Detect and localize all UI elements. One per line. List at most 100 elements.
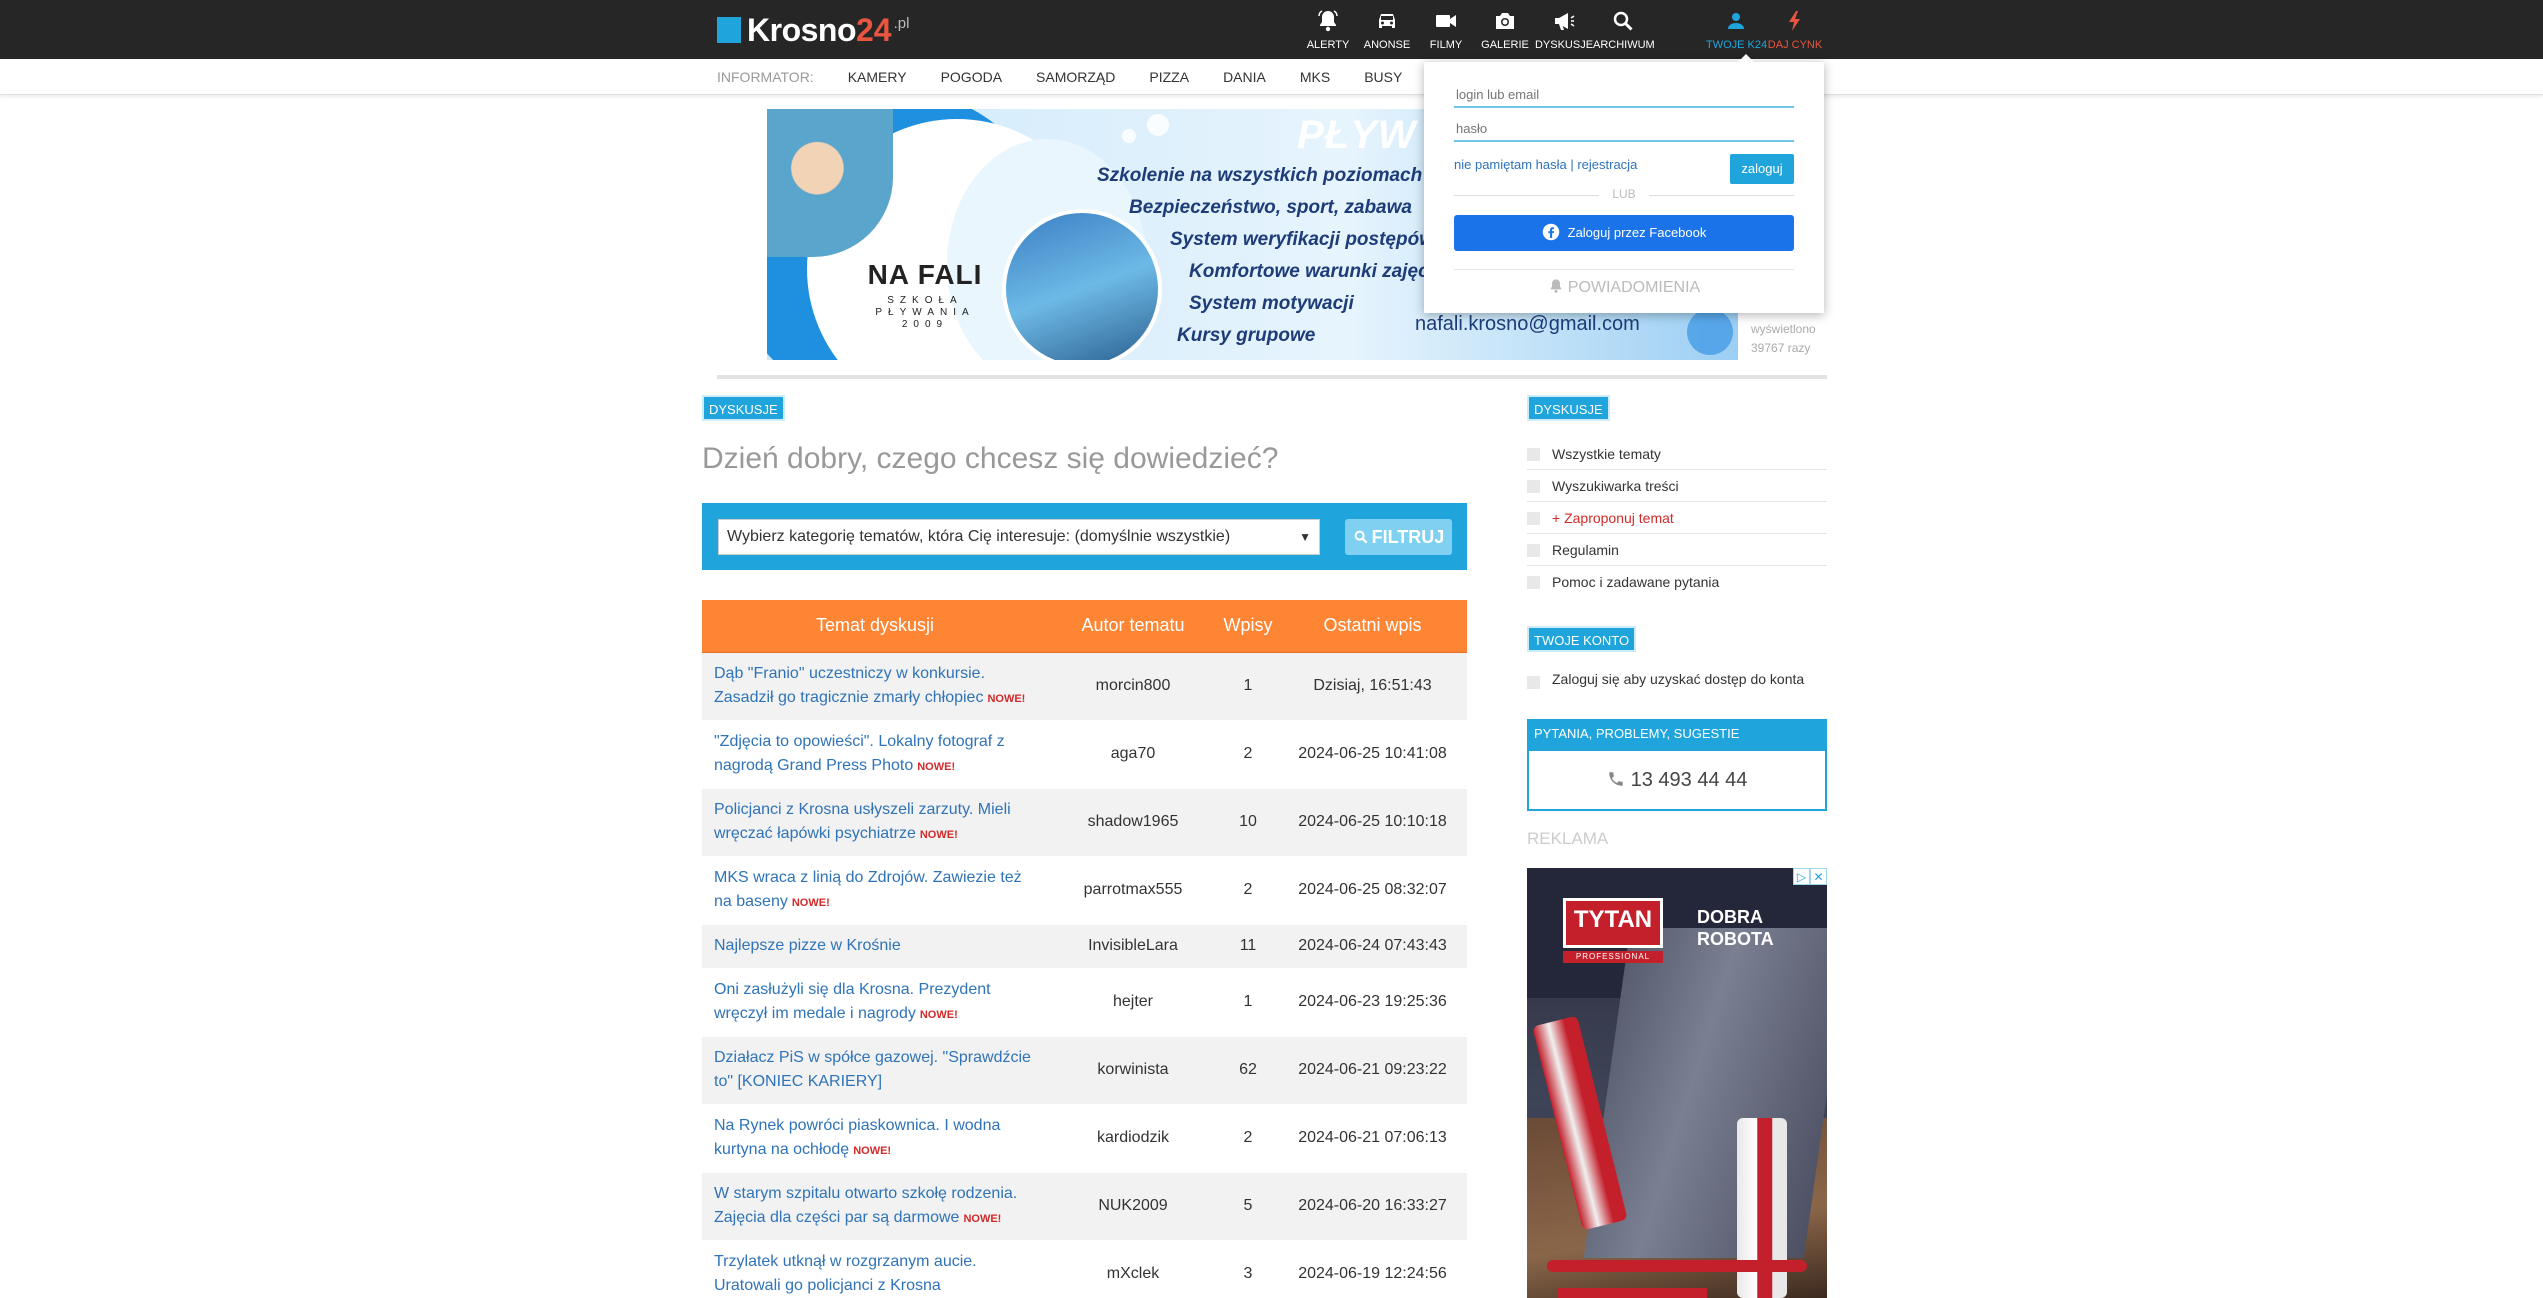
divider [717, 375, 1827, 379]
logo-tld: .pl [893, 15, 910, 32]
topic-link[interactable]: Trzylatek utknął w rozgrzanym aucie. Ura… [714, 1253, 977, 1294]
last-post-cell: 2024-06-19 12:24:56 [1278, 1240, 1467, 1298]
topic-cell: Najlepsze pizze w Krośnie [702, 924, 1048, 969]
checkbox-icon [1527, 512, 1540, 525]
adchoices-icon[interactable]: ▷ [1793, 868, 1810, 885]
photo-camera-icon [1496, 13, 1514, 29]
subnav-item-dania[interactable]: DANIA [1223, 69, 1266, 85]
posts-cell: 1 [1218, 652, 1278, 721]
last-post-cell: 2024-06-21 09:23:22 [1278, 1036, 1467, 1105]
notifications-link[interactable]: POWIADOMIENIA [1424, 278, 1824, 297]
subnav-item-kamery[interactable]: KAMERY [848, 69, 907, 85]
table-row[interactable]: MKS wraca z linią do Zdrojów. Zawiezie t… [702, 856, 1467, 925]
table-row[interactable]: Dąb "Franio" uczestniczy w konkursie. Za… [702, 652, 1467, 721]
topic-cell: Działacz PiS w spółce gazowej. "Sprawdźc… [702, 1036, 1048, 1105]
ad-bar-shape [1557, 1288, 1707, 1298]
new-badge: NOWE! [917, 760, 956, 773]
new-badge: NOWE! [919, 828, 958, 841]
nav-dyskusje[interactable]: DYSKUSJE [1534, 7, 1594, 51]
sidebar-item-label: + Zaproponuj temat [1552, 510, 1674, 526]
sidebar-tag-account: TWOJE KONTO [1527, 626, 1637, 652]
nav-anonse[interactable]: ANONSE [1357, 7, 1417, 51]
col-topic[interactable]: Temat dyskusji [702, 600, 1048, 653]
last-post-cell: 2024-06-20 16:33:27 [1278, 1172, 1467, 1241]
contact-phone[interactable]: 13 493 44 44 [1527, 749, 1827, 811]
nav-twoje-k24[interactable]: TWOJE K24 [1706, 7, 1767, 51]
subnav-item-busy[interactable]: BUSY [1364, 69, 1402, 85]
banner-line: Komfortowe warunki zajęć [1189, 261, 1429, 282]
subnav-item-samorzad[interactable]: SAMORZĄD [1036, 69, 1115, 85]
nav-alerty[interactable]: ALERTY [1298, 7, 1358, 51]
checkbox-icon [1527, 676, 1540, 689]
logo-square-icon [717, 17, 741, 43]
topic-link[interactable]: Dąb "Franio" uczestniczy w konkursie. Za… [714, 665, 985, 706]
sidebar-item-propose-topic[interactable]: + Zaproponuj temat [1527, 502, 1827, 534]
nav-daj-cynk[interactable]: DAJ CYNK [1765, 7, 1825, 51]
banner-views: wyświetlono 39767 razy [1751, 320, 1816, 358]
col-author[interactable]: Autor tematu [1048, 600, 1218, 653]
col-posts[interactable]: Wpisy [1218, 600, 1278, 653]
new-badge: NOWE! [987, 692, 1026, 705]
author-cell: aga70 [1048, 720, 1218, 789]
topic-link[interactable]: Najlepsze pizze w Krośnie [714, 937, 901, 954]
login-input[interactable] [1454, 82, 1794, 108]
table-row[interactable]: Policjanci z Krosna usłyszeli zarzuty. M… [702, 788, 1467, 857]
sidebar-item-help[interactable]: Pomoc i zadawane pytania [1527, 566, 1827, 598]
side-ad[interactable]: TYTAN PROFESSIONAL DOBRA ROBOTA ▷ ✕ [1527, 868, 1827, 1298]
posts-cell: 11 [1218, 924, 1278, 969]
facebook-login-button[interactable]: Zaloguj przez Facebook [1454, 215, 1794, 251]
sidebar-item-search[interactable]: Wyszukiwarka treści [1527, 470, 1827, 502]
sidebar-item-all-topics[interactable]: Wszystkie tematy [1527, 438, 1827, 470]
close-icon[interactable]: ✕ [1810, 868, 1827, 885]
topic-cell: Oni zasłużyli się dla Krosna. Prezydent … [702, 968, 1048, 1037]
topic-cell: Na Rynek powróci piaskownica. I wodna ku… [702, 1104, 1048, 1173]
table-row[interactable]: Na Rynek powróci piaskownica. I wodna ku… [702, 1104, 1467, 1173]
author-cell: morcin800 [1048, 652, 1218, 721]
nav-daj-cynk-label: DAJ CYNK [1767, 39, 1823, 51]
topic-link[interactable]: Policjanci z Krosna usłyszeli zarzuty. M… [714, 801, 1011, 842]
login-dropdown: nie pamiętam hasła | rejestracja zaloguj… [1424, 54, 1824, 313]
sidebar-item-rules[interactable]: Regulamin [1527, 534, 1827, 566]
table-row[interactable]: Najlepsze pizze w Krośnie InvisibleLara 11… [702, 924, 1467, 969]
nav-dyskusje-label: DYSKUSJE [1534, 39, 1594, 51]
forgot-register-links[interactable]: nie pamiętam hasła | rejestracja [1454, 157, 1637, 172]
nav-galerie[interactable]: GALERIE [1475, 7, 1535, 51]
site-logo[interactable]: Krosno 24 .pl [717, 12, 910, 48]
author-cell: korwinista [1048, 1036, 1218, 1105]
nav-filmy-label: FILMY [1429, 39, 1463, 51]
table-row[interactable]: Działacz PiS w spółce gazowej. "Sprawdźc… [702, 1036, 1467, 1105]
topic-link[interactable]: "Zdjęcia to opowieści". Lokalny fotograf… [714, 733, 1005, 774]
topic-link[interactable]: Działacz PiS w spółce gazowej. "Sprawdźc… [714, 1049, 1031, 1090]
subnav-item-mks[interactable]: MKS [1300, 69, 1330, 85]
ad-slogan: DOBRA ROBOTA [1697, 907, 1774, 949]
category-select[interactable]: Wybierz kategorię tematów, która Cię int… [718, 519, 1320, 555]
filter-bar: Wybierz kategorię tematów, która Cię int… [702, 503, 1467, 570]
adchoices-controls: ▷ ✕ [1793, 868, 1827, 885]
sidebar-item-label: Pomoc i zadawane pytania [1552, 574, 1720, 590]
new-badge: NOWE! [963, 1212, 1002, 1225]
table-row[interactable]: Oni zasłużyli się dla Krosna. Prezydent … [702, 968, 1467, 1037]
nav-filmy[interactable]: FILMY [1416, 7, 1476, 51]
nav-archiwum[interactable]: ARCHIWUM [1593, 7, 1655, 51]
filter-button[interactable]: FILTRUJ [1345, 519, 1452, 555]
megaphone-icon [1555, 13, 1575, 30]
or-separator: LUB [1454, 187, 1794, 203]
table-row[interactable]: Trzylatek utknął w rozgrzanym aucie. Ura… [702, 1240, 1467, 1298]
author-cell: parrotmax555 [1048, 856, 1218, 925]
last-post-cell: 2024-06-23 19:25:36 [1278, 968, 1467, 1037]
table-row[interactable]: W starym szpitalu otwarto szkołę rodzeni… [702, 1172, 1467, 1241]
table-row[interactable]: "Zdjęcia to opowieści". Lokalny fotograf… [702, 720, 1467, 789]
posts-cell: 1 [1218, 968, 1278, 1037]
lightning-icon [1789, 11, 1800, 31]
banner-line: System motywacji [1189, 293, 1354, 314]
subnav-item-pogoda[interactable]: POGODA [941, 69, 1002, 85]
chevron-down-icon: ▼ [1299, 530, 1311, 544]
banner-line: Kursy grupowe [1177, 325, 1316, 346]
banner-headline: PŁYW [1297, 113, 1417, 157]
login-button[interactable]: zaloguj [1730, 154, 1794, 184]
password-input[interactable] [1454, 116, 1794, 142]
col-last-post[interactable]: Ostatni wpis [1278, 600, 1467, 653]
topic-link[interactable]: MKS wraca z linią do Zdrojów. Zawiezie t… [714, 869, 1022, 910]
subnav-item-pizza[interactable]: PIZZA [1149, 69, 1189, 85]
bubble-shape [1122, 129, 1136, 143]
